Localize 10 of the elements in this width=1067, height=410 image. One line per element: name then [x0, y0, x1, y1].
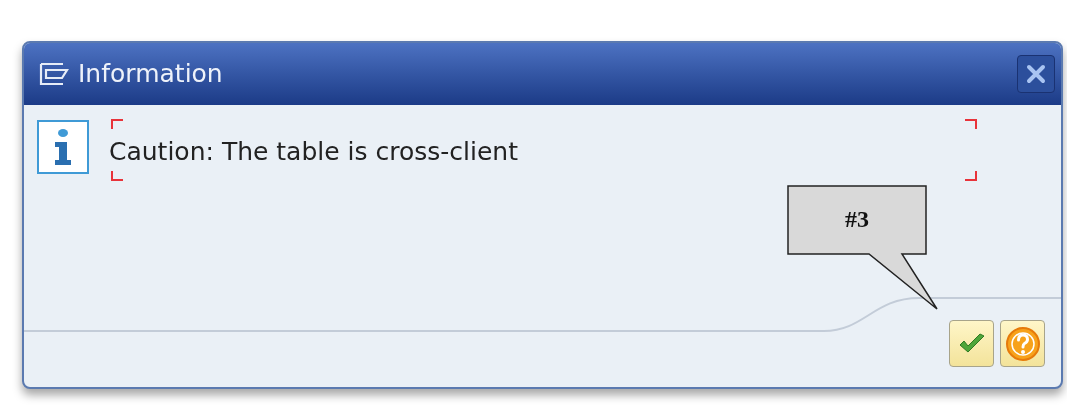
window-icon [38, 61, 70, 87]
close-icon [1025, 63, 1047, 85]
help-button[interactable] [1000, 320, 1045, 367]
message-text: Caution: The table is cross-client [109, 136, 518, 169]
window-title: Information [78, 58, 224, 91]
close-button[interactable] [1017, 55, 1055, 93]
confirm-button[interactable] [949, 320, 994, 367]
info-icon [37, 120, 89, 174]
help-icon [1004, 325, 1041, 362]
callout-label: #3 [844, 205, 870, 234]
